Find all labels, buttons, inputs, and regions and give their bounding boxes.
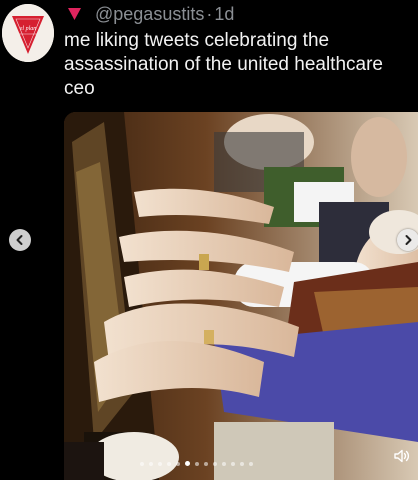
speaker-icon: [394, 449, 410, 463]
carousel-dot[interactable]: [185, 461, 190, 466]
carousel-dot[interactable]: [213, 461, 217, 466]
carousel-dot[interactable]: [140, 461, 144, 466]
avatar[interactable]: el plan: [2, 4, 54, 62]
post-text: me liking tweets celebrating the assassi…: [64, 30, 383, 99]
carousel-next-button[interactable]: [397, 229, 418, 251]
carousel-dot[interactable]: [222, 461, 226, 466]
sound-toggle-button[interactable]: [392, 446, 412, 466]
post-media-video[interactable]: [64, 112, 418, 480]
avatar-logo: el plan: [2, 4, 54, 62]
post-header: @pegasustits · 1d: [68, 3, 234, 25]
carousel-dot[interactable]: [231, 461, 235, 466]
user-handle[interactable]: @pegasustits: [95, 4, 204, 25]
carousel-dot[interactable]: [167, 461, 171, 466]
carousel-dot[interactable]: [249, 461, 253, 466]
avatar-logo-text: el plan: [20, 26, 37, 32]
red-triangle-icon: [68, 8, 81, 20]
carousel-pager[interactable]: [140, 461, 253, 466]
carousel-prev-button[interactable]: [9, 229, 31, 251]
video-frame: [64, 112, 418, 480]
carousel-dot[interactable]: [158, 461, 162, 466]
separator: ·: [206, 3, 213, 24]
chevron-right-icon: [405, 235, 412, 245]
post-age[interactable]: 1d: [214, 4, 234, 25]
carousel-dot[interactable]: [195, 461, 199, 466]
carousel-dot[interactable]: [240, 461, 244, 466]
carousel-dot[interactable]: [176, 461, 180, 466]
carousel-dot[interactable]: [149, 461, 153, 466]
carousel-dot[interactable]: [204, 461, 208, 466]
chevron-left-icon: [16, 235, 23, 245]
